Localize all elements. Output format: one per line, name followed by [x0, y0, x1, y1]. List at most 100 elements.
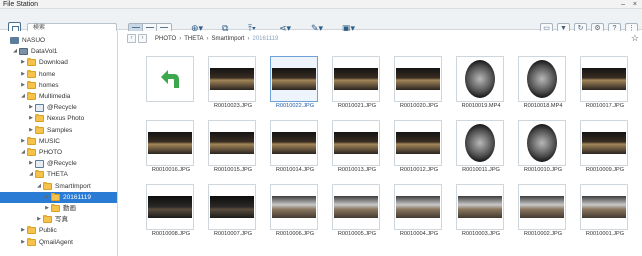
collapsed-arrow-icon[interactable]: ▶ — [20, 80, 26, 91]
tree-item[interactable]: ◢ THETA — [28, 169, 68, 180]
file-tile[interactable]: R0010013.JPG — [329, 120, 391, 173]
file-tile[interactable]: R0010010.JPG — [515, 120, 577, 173]
favorite-star-icon[interactable]: ☆ — [631, 33, 639, 44]
breadcrumb-item[interactable]: THETA — [184, 36, 203, 42]
thumbnail — [146, 56, 194, 102]
file-name: R0010001.JPG — [585, 231, 625, 237]
video-thumbnail — [527, 60, 557, 98]
file-tile[interactable]: R0010020.JPG — [391, 56, 453, 109]
thumbnail — [208, 120, 256, 166]
thumbnail — [146, 120, 194, 166]
collapsed-arrow-icon[interactable]: ▶ — [28, 158, 34, 169]
tree-item[interactable]: ▶ @Recycle — [28, 158, 77, 169]
file-tile[interactable]: R0010002.JPG — [515, 184, 577, 237]
panorama-thumbnail — [148, 196, 192, 218]
tree-item[interactable]: ▶ Samples — [28, 125, 72, 136]
file-tile[interactable]: R0010022.JPG — [267, 56, 329, 109]
folder-icon — [27, 80, 36, 89]
expanded-arrow-icon[interactable]: ◢ — [20, 91, 26, 102]
file-tile[interactable]: R0010004.JPG — [391, 184, 453, 237]
collapsed-arrow-icon[interactable]: ▶ — [20, 225, 26, 236]
file-name: R0010007.JPG — [213, 231, 253, 237]
tree-item[interactable]: ◢ Multimedia — [20, 91, 70, 102]
collapsed-arrow-icon[interactable]: ▶ — [20, 69, 26, 80]
tree-item[interactable]: ▶ QmailAgent — [20, 237, 73, 248]
file-tile[interactable]: R0010003.JPG — [453, 184, 515, 237]
thumbnail — [332, 56, 380, 102]
file-tile[interactable]: R0010016.JPG — [143, 120, 205, 173]
tree-item[interactable]: ▶ Nexus Photo — [28, 113, 84, 124]
file-tile[interactable]: R0010012.JPG — [391, 120, 453, 173]
panorama-thumbnail — [272, 132, 316, 154]
tree-item[interactable]: ▶ 写真 — [36, 214, 68, 225]
file-tile[interactable]: R0010011.JPG — [453, 120, 515, 173]
folder-icon — [27, 148, 36, 156]
file-tile[interactable]: R0010017.JPG — [577, 56, 639, 109]
tree-item[interactable]: ◢ SmartImport — [36, 181, 91, 192]
file-tile[interactable]: R0010008.JPG — [143, 184, 205, 237]
file-tile[interactable]: R0010001.JPG — [577, 184, 639, 237]
file-name: R0010011.JPG — [462, 167, 500, 173]
parent-folder-tile[interactable] — [143, 56, 205, 106]
expanded-arrow-icon[interactable]: ◢ — [28, 169, 34, 180]
file-name: R0010018.MP4 — [523, 103, 563, 109]
tree-item[interactable]: ▶ 動画 — [44, 203, 76, 214]
folder-icon — [43, 181, 52, 190]
tree-item[interactable]: ▶ 20161119 — [0, 191, 117, 203]
file-tile[interactable]: R0010005.JPG — [329, 184, 391, 237]
folder-icon — [27, 69, 36, 78]
tree-item[interactable]: ◢ PHOTO — [20, 147, 62, 158]
video-thumbnail — [527, 124, 557, 162]
breadcrumb: ‹ › PHOTO › THETA › SmartImport › 20161119 — [127, 33, 278, 44]
thumbnail — [146, 184, 194, 230]
expanded-arrow-icon[interactable]: ◢ — [20, 147, 26, 158]
expanded-arrow-icon[interactable]: ◢ — [36, 181, 42, 192]
collapsed-arrow-icon[interactable]: ▶ — [36, 214, 42, 225]
window-controls[interactable]: – × — [621, 0, 640, 9]
tree-item-label: THETA — [47, 171, 68, 179]
tree-item-label: PHOTO — [39, 149, 62, 156]
file-tile[interactable]: R0010009.JPG — [577, 120, 639, 173]
breadcrumb-item[interactable]: SmartImport — [211, 36, 244, 42]
back-nav-button[interactable]: ‹ — [127, 34, 136, 43]
collapsed-arrow-icon[interactable]: ▶ — [20, 237, 26, 248]
tree-item[interactable]: ▶ @Recycle — [28, 102, 77, 113]
tree-item[interactable]: ◢ DataVol1 — [12, 46, 57, 57]
file-area: ‹ › PHOTO › THETA › SmartImport › 20161119 … — [119, 31, 642, 256]
collapsed-arrow-icon[interactable]: ▶ — [20, 136, 26, 147]
tree-item-label: MUSIC — [39, 137, 60, 145]
tree-item[interactable]: ▶ Download — [20, 57, 68, 68]
collapsed-arrow-icon[interactable]: ▶ — [20, 57, 26, 68]
file-tile[interactable]: R0010019.MP4 — [453, 56, 515, 109]
folder-icon — [27, 237, 36, 246]
file-tile[interactable]: R0010015.JPG — [205, 120, 267, 173]
folder-icon — [35, 125, 44, 134]
tree-item-label: SmartImport — [55, 182, 91, 190]
thumbnail — [270, 120, 318, 166]
tree-item-label: 20161119 — [63, 193, 91, 201]
collapsed-arrow-icon[interactable]: ▶ — [28, 102, 34, 113]
video-thumbnail — [465, 60, 495, 98]
tree-item[interactable]: ▶ Public — [20, 225, 57, 236]
thumbnail — [270, 184, 318, 230]
file-tile[interactable]: R0010014.JPG — [267, 120, 329, 173]
collapsed-arrow-icon[interactable]: ▶ — [28, 125, 34, 136]
panorama-thumbnail — [582, 132, 626, 154]
collapsed-arrow-icon[interactable]: ▶ — [44, 203, 50, 214]
file-tile[interactable]: R0010018.MP4 — [515, 56, 577, 109]
breadcrumb-item[interactable]: PHOTO — [155, 36, 176, 42]
tree-item[interactable]: NASUO — [4, 35, 45, 46]
panorama-thumbnail — [148, 132, 192, 154]
file-tile[interactable]: R0010007.JPG — [205, 184, 267, 237]
file-tile[interactable]: R0010023.JPG — [205, 56, 267, 109]
tree-item[interactable]: ▶ MUSIC — [20, 136, 60, 147]
file-tile[interactable]: R0010006.JPG — [267, 184, 329, 237]
tree-item[interactable]: ▶ homes — [20, 80, 59, 91]
collapsed-arrow-icon[interactable]: ▶ — [44, 192, 50, 203]
forward-nav-button[interactable]: › — [138, 34, 147, 43]
file-tile[interactable]: R0010021.JPG — [329, 56, 391, 109]
file-name: R0010020.JPG — [399, 103, 439, 109]
collapsed-arrow-icon[interactable]: ▶ — [28, 113, 34, 124]
tree-item[interactable]: ▶ home — [20, 69, 55, 80]
expanded-arrow-icon[interactable]: ◢ — [12, 46, 18, 57]
